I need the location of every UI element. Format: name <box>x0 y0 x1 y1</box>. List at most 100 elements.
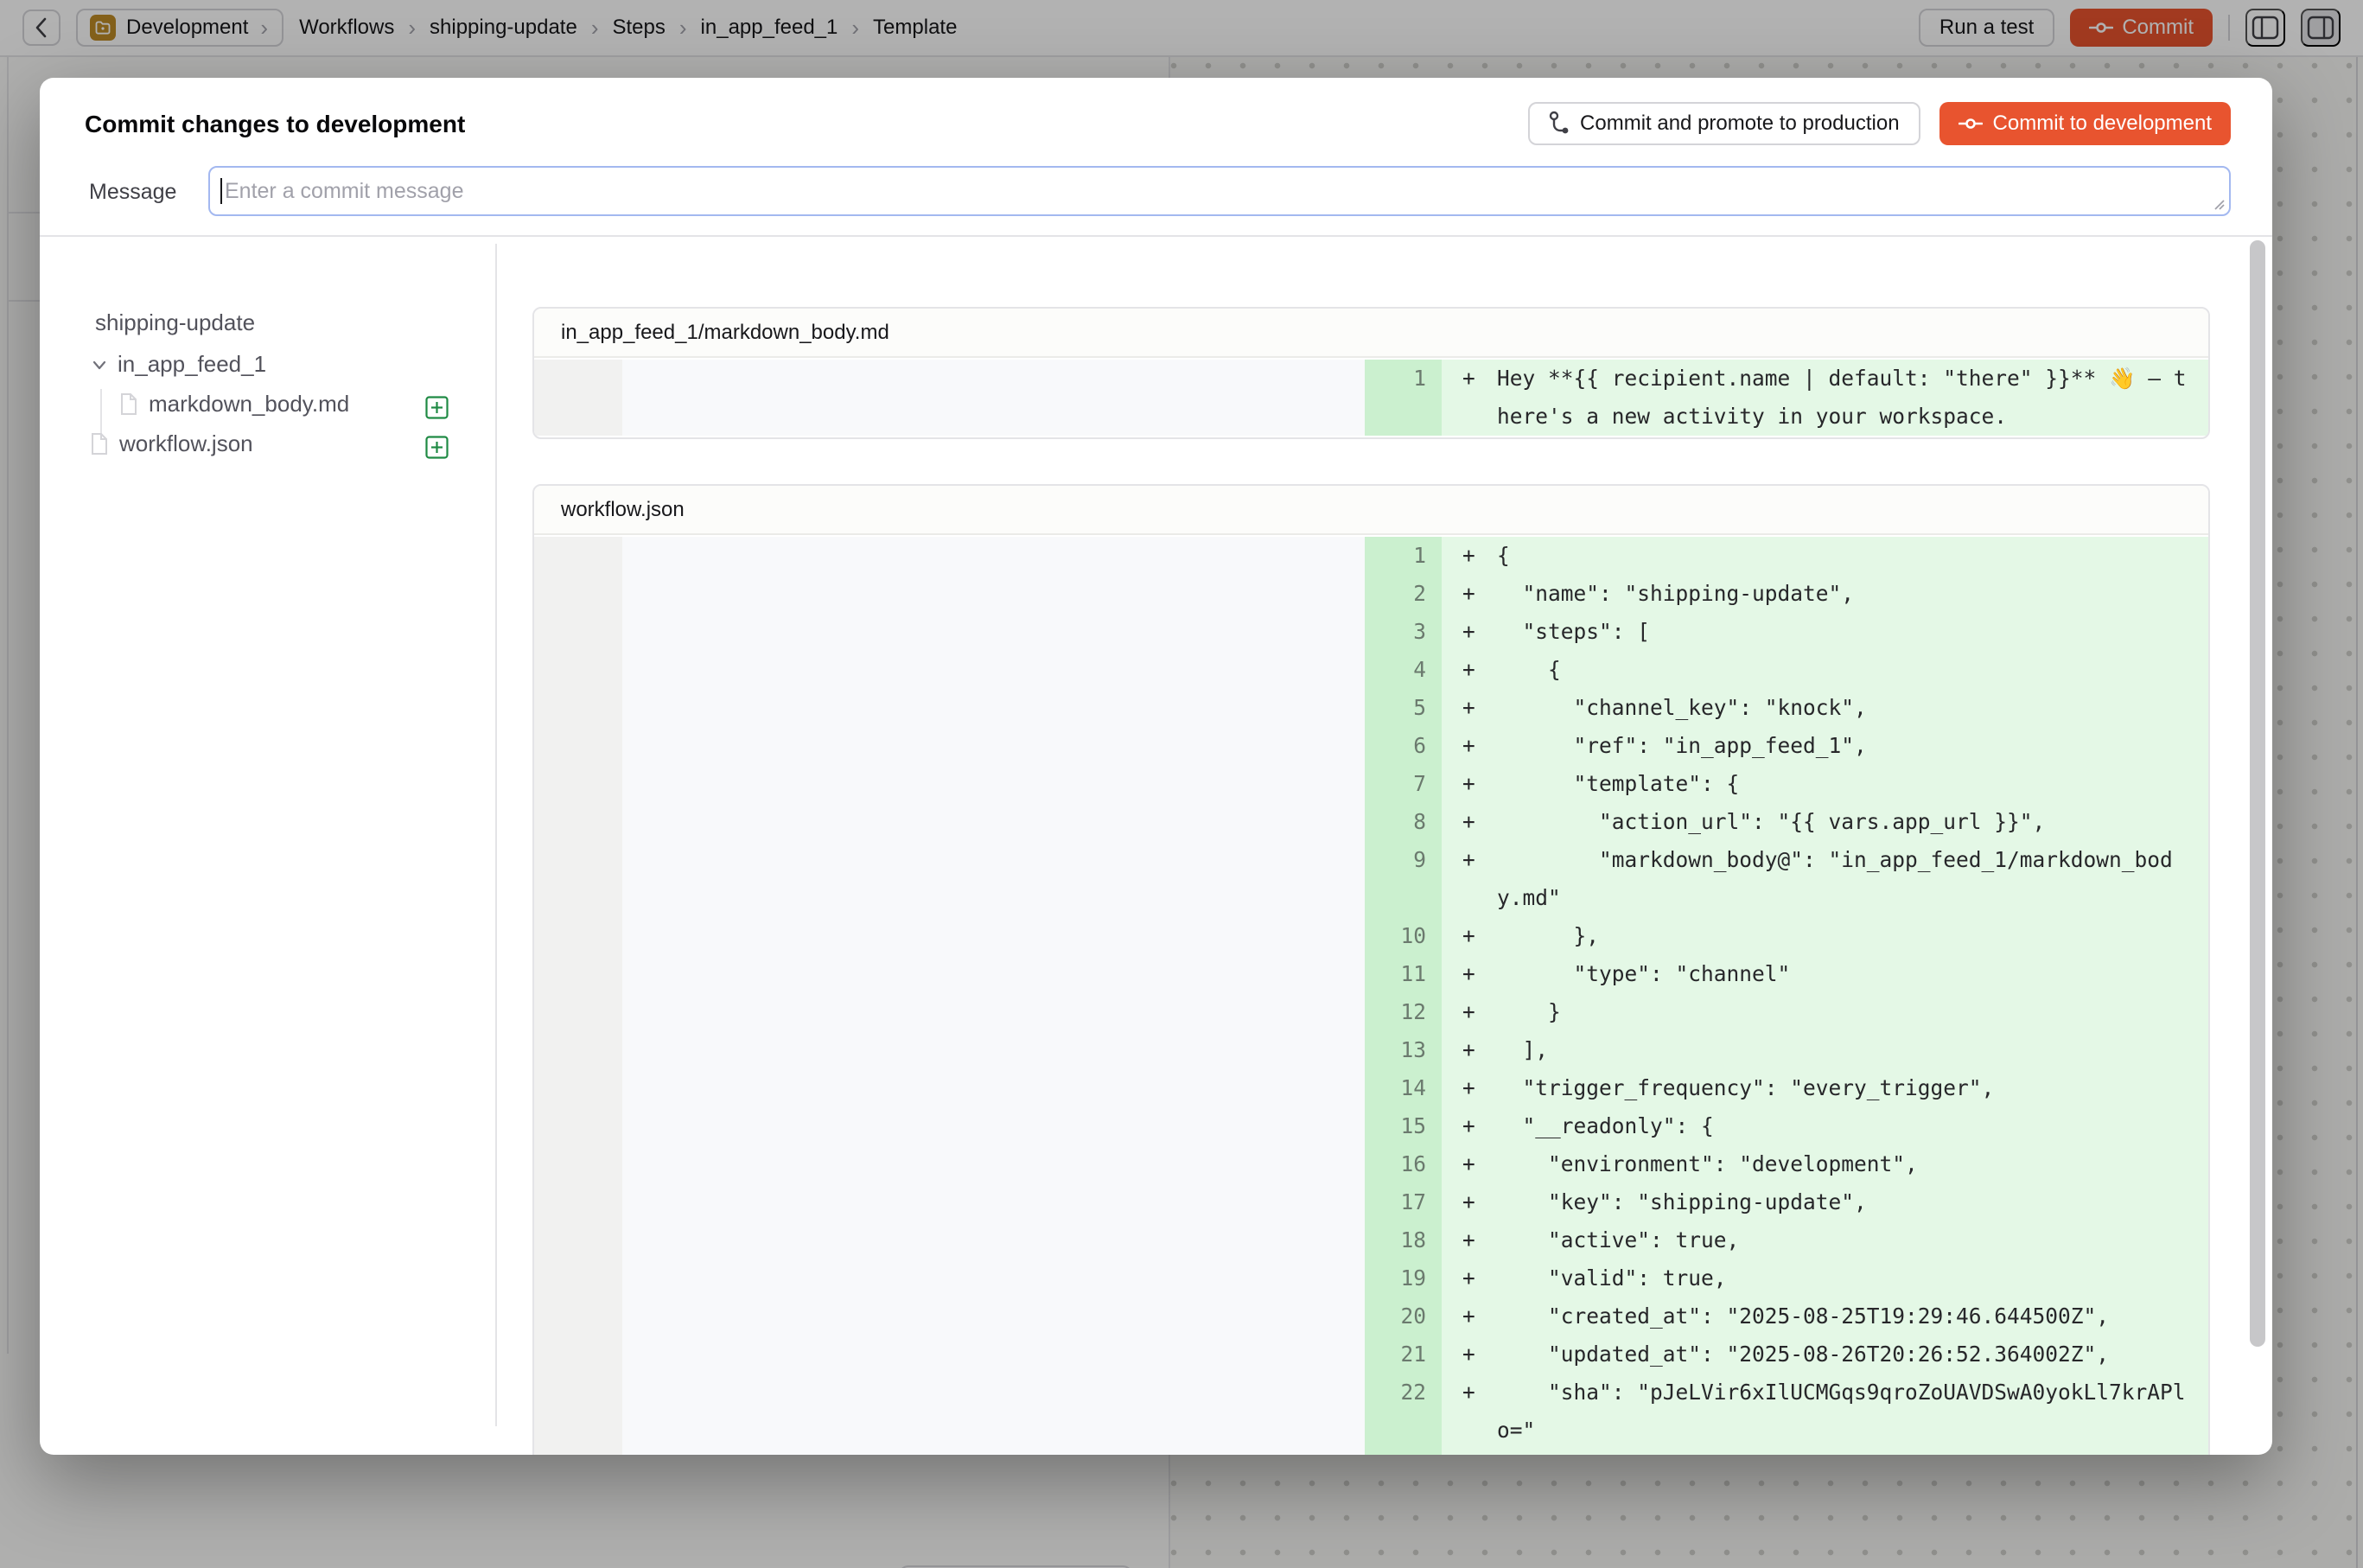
resize-grip-icon[interactable] <box>2212 197 2226 211</box>
diff-card: workflow.json1+{2+ "name": "shipping-upd… <box>532 484 2210 1455</box>
diff-list: in_app_feed_1/markdown_body.md1+Hey **{{… <box>532 235 2210 1455</box>
diff-line-text: "name": "shipping-update", <box>1497 575 2198 613</box>
plus-marker: + <box>1462 1259 1497 1297</box>
scrollbar-thumb[interactable] <box>2250 240 2265 1347</box>
diff-line-text: "created_at": "2025-08-25T19:29:46.64450… <box>1497 1297 2198 1335</box>
line-number: 19 <box>1365 1259 1442 1297</box>
line-number: 4 <box>1365 651 1442 689</box>
plus-marker: + <box>1462 689 1497 727</box>
added-line: + "channel_key": "knock", <box>1442 689 2208 727</box>
plus-marker: + <box>1462 537 1497 575</box>
plus-marker: + <box>1462 651 1497 689</box>
added-line: + "__readonly": { <box>1442 1107 2208 1145</box>
sidebar-divider <box>495 244 497 1426</box>
old-line-gutter <box>534 1335 622 1374</box>
commit-to-development-button[interactable]: Commit to development <box>1939 102 2231 145</box>
plus-marker: + <box>1462 1374 1497 1412</box>
tree-item-workflow-json[interactable]: workflow.json <box>90 430 253 457</box>
line-number: 8 <box>1365 803 1442 841</box>
message-label: Message <box>89 180 176 205</box>
added-line: + } <box>1442 993 2208 1031</box>
line-number: 22 <box>1365 1374 1442 1450</box>
document-icon <box>119 392 138 416</box>
plus-marker: + <box>1462 1107 1497 1145</box>
old-line-gutter <box>534 1297 622 1335</box>
added-line: + "active": true, <box>1442 1221 2208 1259</box>
diff-line: 13+ ], <box>534 1031 2208 1069</box>
old-line-gutter <box>534 575 622 613</box>
tree-item-step-group[interactable]: in_app_feed_1 <box>90 351 266 378</box>
diff-line-text: }, <box>1497 917 2198 955</box>
line-number: 20 <box>1365 1297 1442 1335</box>
line-number: 2 <box>1365 575 1442 613</box>
diff-line: 3+ "steps": [ <box>534 613 2208 651</box>
plus-marker: + <box>1462 803 1497 841</box>
diff-line-text: } <box>1497 993 2198 1031</box>
added-file-badge <box>425 396 449 419</box>
added-line: + "updated_at": "2025-08-26T20:26:52.364… <box>1442 1335 2208 1374</box>
old-line-gutter <box>534 537 622 575</box>
old-line-gutter <box>534 1450 622 1455</box>
diff-line: 16+ "environment": "development", <box>534 1145 2208 1183</box>
line-number: 3 <box>1365 613 1442 651</box>
line-number: 1 <box>1365 360 1442 436</box>
old-line-content <box>622 1145 1365 1183</box>
added-line: +{ <box>1442 537 2208 575</box>
chevron-down-icon <box>90 355 109 374</box>
added-line: + "steps": [ <box>1442 613 2208 651</box>
diff-line: 4+ { <box>534 651 2208 689</box>
plus-marker: + <box>1462 727 1497 765</box>
plus-marker: + <box>1462 1069 1497 1107</box>
diff-line: 17+ "key": "shipping-update", <box>534 1183 2208 1221</box>
line-number: 6 <box>1365 727 1442 765</box>
old-line-content <box>622 765 1365 803</box>
modal-scrollbar[interactable] <box>2250 240 2265 1441</box>
diff-line: 19 + "valid": true, <box>534 1259 2208 1297</box>
old-line-content <box>622 651 1365 689</box>
old-line-content <box>622 1374 1365 1450</box>
old-line-content <box>622 1069 1365 1107</box>
tree-item-workflow-root[interactable]: shipping-update <box>95 309 255 336</box>
line-number: 11 <box>1365 955 1442 993</box>
plus-marker: + <box>1462 613 1497 651</box>
old-line-gutter <box>534 1107 622 1145</box>
old-line-gutter <box>534 613 622 651</box>
diff-file-title: workflow.json <box>534 486 2208 535</box>
diff-body: 1+{2+ "name": "shipping-update",3+ "step… <box>534 535 2208 1455</box>
tree-item-markdown-file[interactable]: markdown_body.md <box>119 391 349 417</box>
added-line: + ], <box>1442 1031 2208 1069</box>
diff-line-text: "active": true, <box>1497 1221 2198 1259</box>
plus-square-icon <box>425 396 449 419</box>
added-line: + "name": "shipping-update", <box>1442 575 2208 613</box>
line-number: 10 <box>1365 917 1442 955</box>
old-line-content <box>622 1031 1365 1069</box>
commit-message-input[interactable]: Enter a commit message <box>208 166 2231 216</box>
old-line-content <box>622 803 1365 841</box>
added-line: + "environment": "development", <box>1442 1145 2208 1183</box>
old-line-gutter <box>534 765 622 803</box>
line-number: 1 <box>1365 537 1442 575</box>
old-line-gutter <box>534 727 622 765</box>
diff-line: 8+ "action_url": "{{ vars.app_url }}", <box>534 803 2208 841</box>
old-line-content <box>622 841 1365 917</box>
added-line: + "trigger_frequency": "every_trigger", <box>1442 1069 2208 1107</box>
app-screen: Development › Workflows›shipping-update›… <box>0 0 2363 1568</box>
plus-marker: + <box>1462 360 1497 398</box>
plus-marker: + <box>1462 1145 1497 1183</box>
old-line-content <box>622 727 1365 765</box>
diff-line-text: "valid": true, <box>1497 1259 2198 1297</box>
added-line: + "type": "channel" <box>1442 955 2208 993</box>
line-number: 7 <box>1365 765 1442 803</box>
diff-line-text: "markdown_body@": "in_app_feed_1/markdow… <box>1497 841 2198 917</box>
old-line-content <box>622 575 1365 613</box>
commit-promote-button[interactable]: Commit and promote to production <box>1528 102 1920 145</box>
message-placeholder: Enter a commit message <box>225 179 464 204</box>
diff-line: 21+ "updated_at": "2025-08-26T20:26:52.3… <box>534 1335 2208 1374</box>
old-line-content <box>622 537 1365 575</box>
plus-marker: + <box>1462 1031 1497 1069</box>
diff-line-text: "channel_key": "knock", <box>1497 689 2198 727</box>
diff-line: 9+ "markdown_body@": "in_app_feed_1/mark… <box>534 841 2208 917</box>
old-line-content <box>622 993 1365 1031</box>
added-line: + "action_url": "{{ vars.app_url }}", <box>1442 803 2208 841</box>
modal-actions: Commit and promote to production Commit … <box>1528 102 2231 145</box>
